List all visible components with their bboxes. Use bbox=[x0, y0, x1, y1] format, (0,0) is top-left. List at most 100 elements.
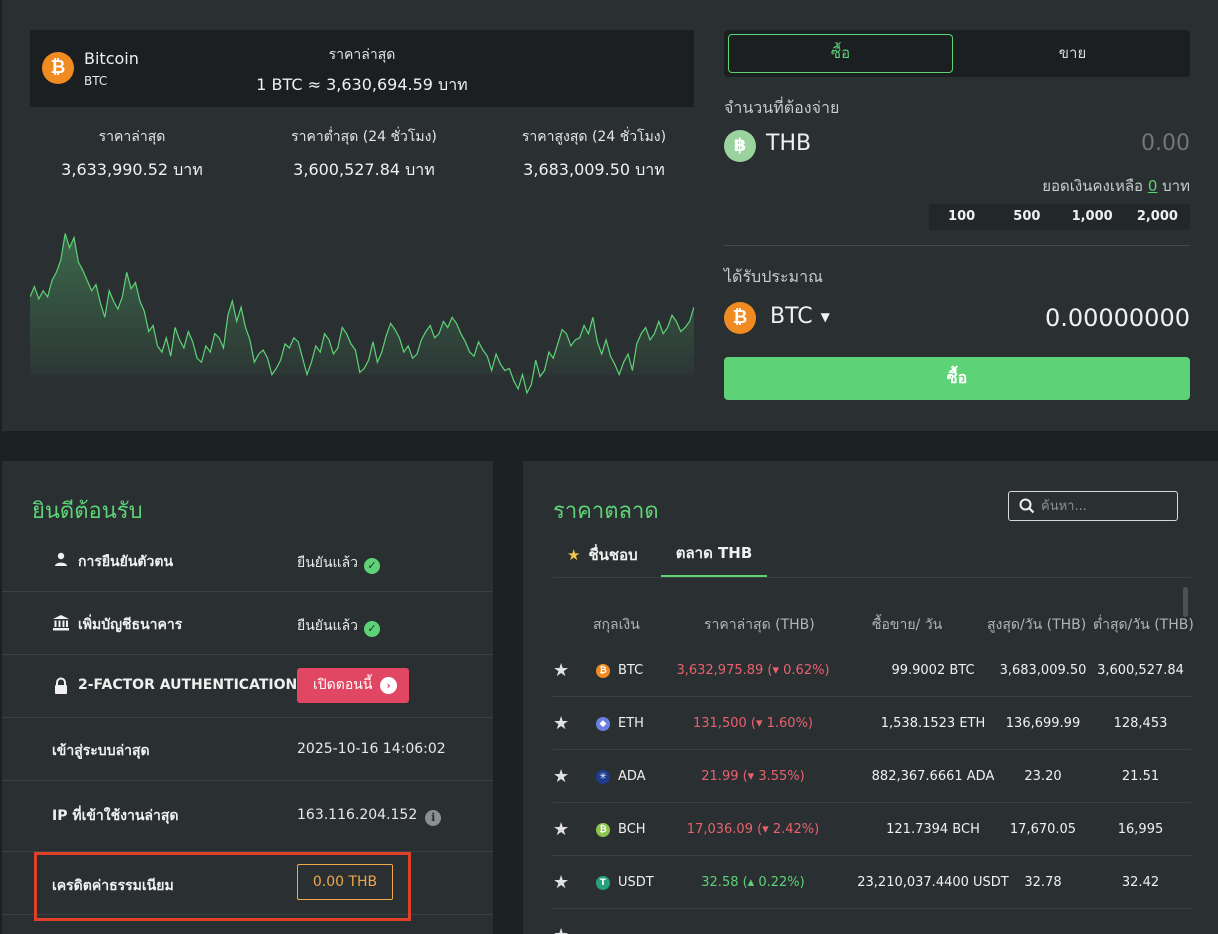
pay-amount-input[interactable] bbox=[960, 131, 1190, 156]
lock-icon bbox=[55, 677, 67, 694]
star-icon[interactable]: ★ bbox=[553, 766, 569, 787]
daily-low: 3,600,527.84 bbox=[1097, 663, 1184, 678]
search-box[interactable] bbox=[1008, 491, 1178, 521]
buy-button[interactable]: ซื้อ bbox=[724, 357, 1190, 400]
row-value: ยืนยันแล้ว ✓ bbox=[297, 552, 381, 574]
cardano-icon: ✳ bbox=[596, 770, 610, 784]
caret-down-icon: ▼ bbox=[820, 310, 830, 324]
market-row-bch[interactable]: ★ ₿ BCH 17,036.09 (▾ 2.42%) 121.7394 BCH… bbox=[553, 803, 1191, 856]
baht-icon: ฿ bbox=[724, 130, 756, 162]
highlight-box bbox=[34, 852, 411, 921]
quick-amount-button[interactable]: 100 bbox=[929, 204, 994, 230]
daily-high: 23.20 bbox=[1024, 769, 1062, 784]
market-row-partial[interactable]: ★ bbox=[553, 909, 1191, 934]
info-icon[interactable]: i bbox=[425, 810, 442, 826]
star-icon[interactable]: ★ bbox=[553, 660, 569, 681]
currency-symbol: BCH bbox=[618, 822, 646, 837]
last-price-label: ราคาล่าสุด bbox=[328, 47, 396, 63]
balance-unit: บาท bbox=[1162, 177, 1190, 195]
last-price-value: 1 BTC ≈ 3,630,694.59 บาท bbox=[256, 75, 468, 94]
welcome-title: ยินดีต้อนรับ bbox=[32, 499, 143, 524]
stat-low-24h: ราคาต่ำสุด (24 ชั่วโมง) 3,600,527.84 บาท bbox=[254, 126, 474, 183]
coin-symbol: BTC bbox=[84, 74, 108, 88]
trade-tabs: ซื้อ ขาย bbox=[724, 30, 1190, 77]
check-circle-icon: ✓ bbox=[364, 558, 381, 574]
last-price: 17,036.09 (▾ 2.42%) bbox=[686, 822, 820, 837]
quick-amount-button[interactable]: 2,000 bbox=[1125, 204, 1190, 230]
stat-high-24h: ราคาสูงสุด (24 ชั่วโมง) 3,683,009.50 บาท bbox=[484, 126, 704, 183]
stat-label: ราคาต่ำสุด (24 ชั่วโมง) bbox=[291, 129, 437, 145]
stat-value: 3,600,527.84 บาท bbox=[293, 160, 435, 179]
column-header-currency[interactable]: สกุลเงิน bbox=[593, 614, 640, 636]
stat-last-price: ราคาล่าสุด 3,633,990.52 บาท bbox=[22, 126, 242, 183]
column-header-volume[interactable]: ซื้อขาย/ วัน bbox=[872, 614, 942, 636]
daily-low: 128,453 bbox=[1113, 716, 1168, 731]
column-header-last-price[interactable]: ราคาล่าสุด (THB) bbox=[704, 614, 815, 636]
ip-text: 163.116.204.152 bbox=[297, 807, 418, 823]
verified-text: ยืนยันแล้ว bbox=[297, 618, 359, 634]
last-price: 131,500 (▾ 1.60%) bbox=[693, 716, 813, 731]
balance-value[interactable]: 0 bbox=[1148, 177, 1158, 195]
check-circle-icon: ✓ bbox=[364, 621, 381, 637]
currency-symbol: BTC bbox=[618, 663, 644, 678]
quick-amounts: 100 500 1,000 2,000 bbox=[929, 204, 1190, 230]
price-chart bbox=[30, 233, 694, 395]
star-icon[interactable]: ★ bbox=[553, 819, 569, 840]
tab-favorites[interactable]: ★ ชื่นชอบ bbox=[567, 543, 638, 567]
star-icon: ★ bbox=[567, 546, 581, 564]
row-value: 2025-10-16 14:06:02 bbox=[297, 741, 446, 757]
row-last-ip: IP ที่เข้าใช้งานล่าสุด 163.116.204.152 i bbox=[2, 781, 493, 852]
row-last-login: เข้าสู่ระบบล่าสุด 2025-10-16 14:06:02 bbox=[2, 718, 493, 781]
stat-value: 3,683,009.50 บาท bbox=[523, 160, 665, 179]
row-label: การยืนยันตัวตน bbox=[78, 554, 174, 570]
tab-buy[interactable]: ซื้อ bbox=[728, 34, 953, 73]
daily-high: 17,670.05 bbox=[1009, 822, 1077, 837]
currency-symbol: ETH bbox=[618, 716, 644, 731]
bitcoin-icon: ₿ bbox=[596, 664, 610, 678]
chart-area bbox=[30, 233, 694, 393]
bitcoin-icon: ₿ bbox=[724, 302, 756, 334]
chevron-right-icon: › bbox=[380, 677, 397, 694]
row-label: เพิ่มบัญชีธนาคาร bbox=[78, 617, 183, 633]
tab-favorites-label: ชื่นชอบ bbox=[588, 546, 638, 564]
daily-low: 32.42 bbox=[1121, 875, 1160, 890]
star-icon[interactable]: ★ bbox=[553, 713, 569, 734]
row-label: IP ที่เข้าใช้งานล่าสุด bbox=[52, 808, 179, 824]
star-icon[interactable]: ★ bbox=[553, 872, 569, 893]
daily-high: 136,699.99 bbox=[1005, 716, 1081, 731]
row-value: ยืนยันแล้ว ✓ bbox=[297, 615, 381, 637]
row-identity-verification: การยืนยันตัวตน ยืนยันแล้ว ✓ bbox=[2, 529, 493, 592]
bitcoin-icon: ₿ bbox=[42, 52, 74, 84]
search-input[interactable] bbox=[1041, 496, 1171, 516]
tabs-divider bbox=[553, 577, 1191, 578]
scrollbar-thumb[interactable] bbox=[1183, 587, 1188, 617]
last-price: 32.58 (▴ 0.22%) bbox=[701, 875, 805, 890]
market-row-btc[interactable]: ★ ₿ BTC 3,632,975.89 (▾ 0.62%) 99.9002 B… bbox=[553, 644, 1191, 697]
receive-currency-select[interactable]: BTC ▼ bbox=[770, 304, 830, 329]
balance-label: ยอดเงินคงเหลือ bbox=[1042, 177, 1144, 195]
tab-thb-market[interactable]: ตลาด THB bbox=[661, 537, 767, 577]
column-header-low[interactable]: ต่ำสุด/วัน (THB) bbox=[1093, 614, 1194, 636]
daily-low: 16,995 bbox=[1117, 822, 1164, 837]
market-row-usdt[interactable]: ★ T USDT 32.58 (▴ 0.22%) 23,210,037.4400… bbox=[553, 856, 1191, 909]
receive-label: ได้รับประมาณ bbox=[724, 267, 823, 286]
quick-amount-button[interactable]: 1,000 bbox=[1060, 204, 1125, 230]
tab-sell[interactable]: ขาย bbox=[959, 34, 1186, 73]
ethereum-icon: ◆ bbox=[596, 717, 610, 731]
stat-value: 3,633,990.52 บาท bbox=[61, 160, 203, 179]
ticker-bar: ₿ Bitcoin BTC ราคาล่าสุด 1 BTC ≈ 3,630,6… bbox=[30, 30, 694, 107]
quick-amount-button[interactable]: 500 bbox=[994, 204, 1059, 230]
pay-label: จำนวนที่ต้องจ่าย bbox=[724, 98, 840, 117]
enable-2fa-button[interactable]: เปิดตอนนี้ › bbox=[297, 668, 409, 703]
star-icon[interactable]: ★ bbox=[553, 925, 569, 934]
bitcoin-cash-icon: ₿ bbox=[596, 823, 610, 837]
row-bank-account: เพิ่มบัญชีธนาคาร ยืนยันแล้ว ✓ bbox=[2, 592, 493, 655]
daily-high: 32.78 bbox=[1024, 875, 1062, 890]
search-icon bbox=[1019, 498, 1035, 514]
enable-2fa-label: เปิดตอนนี้ bbox=[313, 677, 373, 693]
column-header-high[interactable]: สูงสุด/วัน (THB) bbox=[987, 614, 1086, 636]
market-row-eth[interactable]: ★ ◆ ETH 131,500 (▾ 1.60%) 1,538.1523 ETH… bbox=[553, 697, 1191, 750]
person-icon bbox=[55, 552, 67, 566]
market-row-ada[interactable]: ★ ✳ ADA 21.99 (▾ 3.55%) 882,367.6661 ADA… bbox=[553, 750, 1191, 803]
pay-currency: THB bbox=[766, 131, 812, 156]
